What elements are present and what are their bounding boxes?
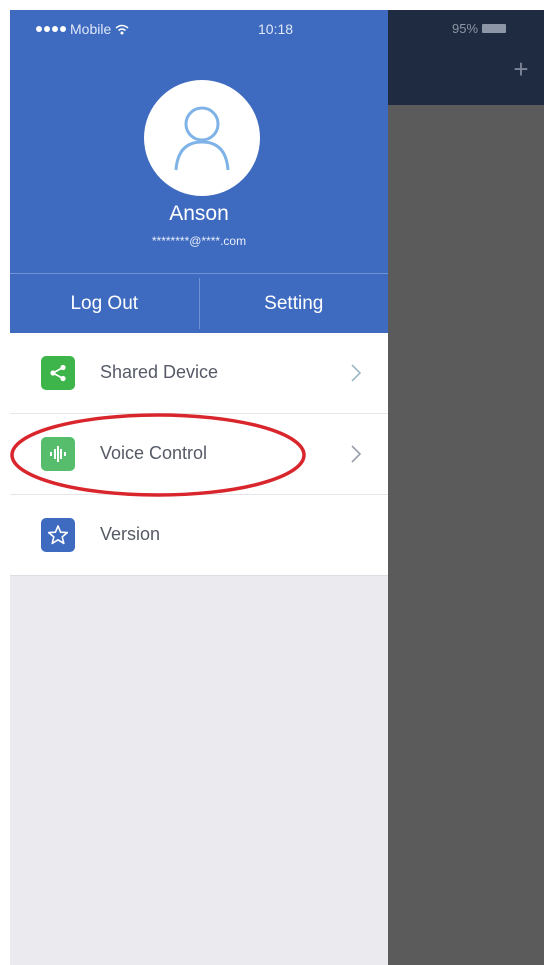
star-icon [41,518,75,552]
battery-indicator: 95% [452,21,507,36]
wifi-icon [115,24,129,34]
menu-item-voice-control[interactable]: Voice Control [10,414,388,495]
main-topbar: 95% + [388,10,544,105]
drawer-header: Mobile 10:18 Anson ********@****.com Log… [10,10,388,333]
chevron-right-icon [351,364,362,382]
status-time: 10:18 [258,21,294,37]
main-view-overlay[interactable]: 95% + [388,10,544,965]
user-name: Anson [169,202,229,225]
avatar[interactable] [144,80,260,196]
menu-item-shared-device[interactable]: Shared Device [10,333,388,414]
battery-icon [482,24,507,33]
side-drawer: Mobile 10:18 Anson ********@****.com Log… [10,10,388,965]
app-frame: Mobile 10:18 Anson ********@****.com Log… [10,10,544,965]
signal-icon [36,26,66,32]
add-button[interactable]: + [508,56,534,82]
user-icon [174,106,230,171]
menu-item-label: Shared Device [100,362,219,382]
setting-button[interactable]: Setting [200,274,389,333]
account-actions: Log Out Setting [10,274,388,333]
battery-label: 95% [452,21,479,36]
menu-item-label: Version [100,524,161,544]
carrier-label: Mobile [70,21,112,37]
status-bar: Mobile 10:18 [10,10,388,50]
carrier-indicator: Mobile [36,21,129,37]
menu-item-label: Voice Control [100,443,208,463]
logout-button[interactable]: Log Out [10,274,199,333]
user-email: ********@****.com [151,234,247,248]
voice-wave-icon [41,437,75,471]
chevron-right-icon [351,445,362,463]
share-icon [41,356,75,390]
drawer-menu: Shared Device Voice Control Version [10,333,388,576]
menu-item-version[interactable]: Version [10,495,388,576]
